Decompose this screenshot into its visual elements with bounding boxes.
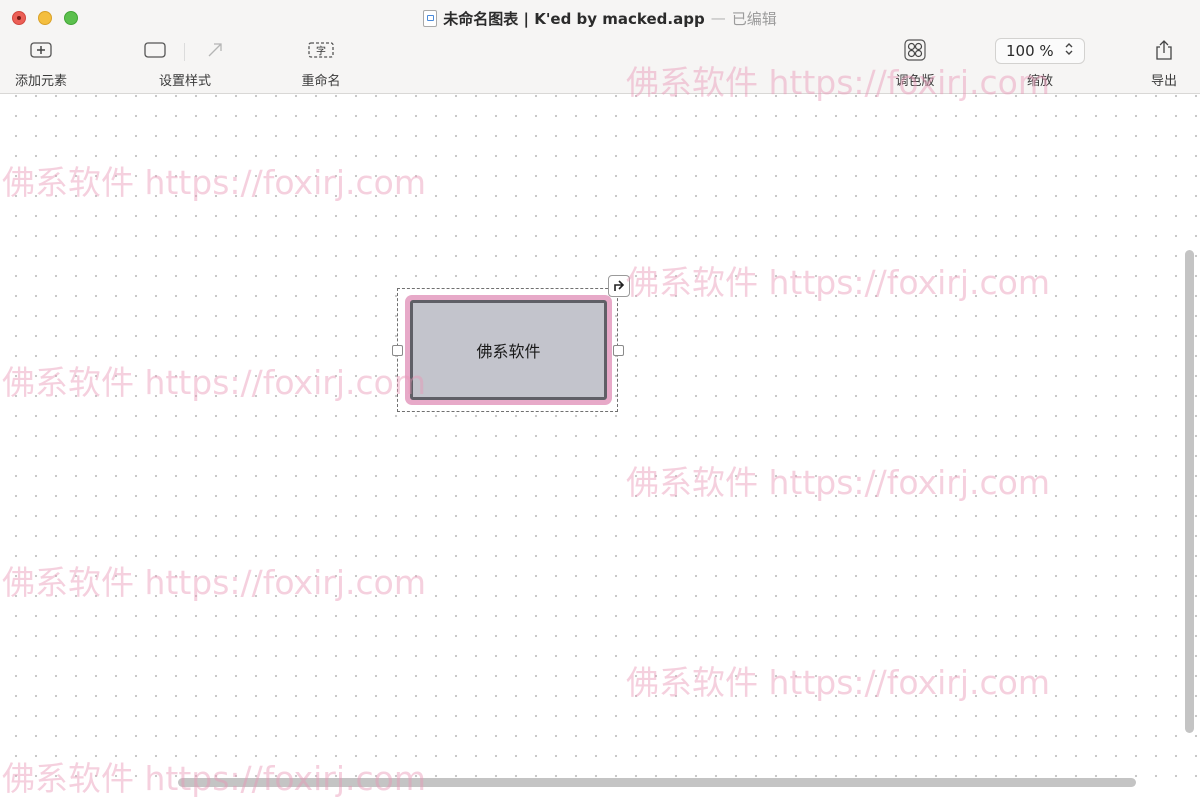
rename-button[interactable]: 字 重命名 — [292, 38, 350, 89]
diagram-node[interactable]: 佛系软件 — [405, 295, 612, 405]
add-element-button[interactable]: 添加元素 — [8, 38, 74, 89]
rename-label: 重命名 — [301, 74, 341, 89]
title-separator: — — [710, 9, 726, 27]
add-element-label: 添加元素 — [14, 74, 67, 89]
share-icon — [1155, 38, 1173, 62]
window-title-area: 未命名图表 | K'ed by macked.app — 已编辑 — [0, 8, 1200, 28]
window-title: 未命名图表 | K'ed by macked.app — [443, 9, 705, 28]
toolbar-divider — [184, 43, 185, 61]
zoom-label: 缩放 — [1026, 74, 1053, 89]
export-button[interactable]: 导出 — [1146, 38, 1182, 89]
document-icon — [423, 9, 438, 27]
left-resize-handle[interactable] — [392, 345, 403, 356]
edited-status: 已编辑 — [731, 9, 777, 28]
plus-box-icon — [30, 38, 52, 62]
zoom-stepper[interactable]: 100 % — [995, 38, 1085, 64]
four-circles-grid-icon — [904, 38, 926, 62]
diagram-canvas[interactable] — [0, 94, 1200, 792]
zoom-control: 100 % 缩放 — [994, 38, 1086, 89]
text-box-icon: 字 — [308, 38, 334, 62]
node-label: 佛系软件 — [476, 342, 541, 361]
export-label: 导出 — [1150, 74, 1177, 89]
turn-up-right-arrow-icon — [612, 277, 626, 296]
diagonal-arrow-icon — [205, 38, 225, 62]
style-shape-button[interactable] — [140, 38, 170, 62]
svg-text:字: 字 — [316, 45, 326, 58]
chevron-up-down-icon[interactable] — [1064, 41, 1074, 61]
rounded-rect-icon — [144, 38, 166, 62]
style-arrow-button[interactable] — [200, 38, 230, 62]
palette-label: 调色版 — [895, 74, 935, 89]
set-style-group: 设置样式 — [150, 62, 220, 89]
set-style-label: 设置样式 — [158, 74, 211, 89]
zoom-value: 100 % — [1006, 42, 1054, 60]
vertical-scrollbar[interactable] — [1185, 250, 1194, 733]
horizontal-scrollbar[interactable] — [178, 778, 1136, 787]
connect-button[interactable] — [608, 275, 630, 297]
palette-button[interactable]: 调色版 — [888, 38, 942, 89]
node-body[interactable]: 佛系软件 — [410, 300, 607, 400]
right-resize-handle[interactable] — [613, 345, 624, 356]
window-titlebar: 未命名图表 | K'ed by macked.app — 已编辑 添加元素 设置… — [0, 0, 1200, 94]
